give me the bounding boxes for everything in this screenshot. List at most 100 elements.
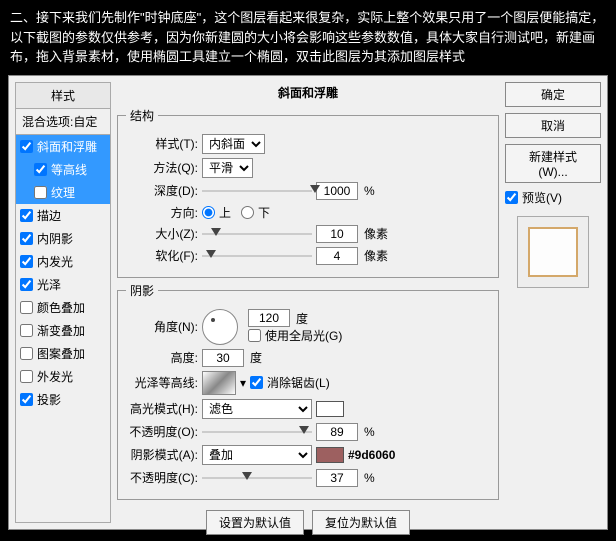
shading-legend: 阴影 <box>126 282 158 299</box>
angle-input[interactable] <box>248 309 290 327</box>
shadow-mode-select[interactable]: 叠加 <box>202 445 312 465</box>
shadow-color-swatch[interactable] <box>316 447 344 463</box>
style-item-10[interactable]: 外发光 <box>16 365 110 388</box>
style-list: 斜面和浮雕等高线纹理描边内阴影内发光光泽颜色叠加渐变叠加图案叠加外发光投影 <box>15 135 111 523</box>
style-list-panel: 样式 混合选项:自定 斜面和浮雕等高线纹理描边内阴影内发光光泽颜色叠加渐变叠加图… <box>15 82 111 523</box>
depth-input[interactable] <box>316 182 358 200</box>
style-item-checkbox[interactable] <box>20 232 33 245</box>
preview-check[interactable]: 预览(V) <box>505 189 601 206</box>
structure-group: 结构 样式(T): 内斜面 方法(Q): 平滑 深度(D): % 方向: 上 下 <box>117 107 499 278</box>
style-item-checkbox[interactable] <box>20 370 33 383</box>
structure-legend: 结构 <box>126 107 158 124</box>
style-item-checkbox[interactable] <box>34 163 47 176</box>
style-item-label: 内阴影 <box>37 230 73 247</box>
reset-default-button[interactable]: 复位为默认值 <box>312 510 410 535</box>
px-unit-2: 像素 <box>364 247 388 264</box>
deg-unit-2: 度 <box>250 349 262 366</box>
style-item-checkbox[interactable] <box>20 140 33 153</box>
px-unit: 像素 <box>364 225 388 242</box>
method-select[interactable]: 平滑 <box>202 158 253 178</box>
style-item-label: 内发光 <box>37 253 73 270</box>
ok-button[interactable]: 确定 <box>505 82 601 107</box>
style-select[interactable]: 内斜面 <box>202 134 265 154</box>
depth-label: 深度(D): <box>126 182 198 199</box>
style-item-checkbox[interactable] <box>20 255 33 268</box>
shading-group: 阴影 角度(N): 度 使用全局光(G) 高度: 度 光泽等高线: <box>117 282 499 500</box>
gloss-contour-picker[interactable] <box>202 371 236 395</box>
style-item-checkbox[interactable] <box>34 186 47 199</box>
dir-up-radio[interactable]: 上 <box>202 204 231 221</box>
size-slider[interactable] <box>202 226 312 242</box>
right-panel: 确定 取消 新建样式(W)... 预览(V) <box>505 82 601 523</box>
antialias-check[interactable]: 消除锯齿(L) <box>250 374 330 391</box>
style-item-label: 渐变叠加 <box>37 322 85 339</box>
preview-thumb <box>528 227 578 277</box>
style-item-4[interactable]: 内阴影 <box>16 227 110 250</box>
blend-options-row[interactable]: 混合选项:自定 <box>15 109 111 135</box>
style-item-label: 描边 <box>37 207 61 224</box>
gloss-label: 光泽等高线: <box>126 374 198 391</box>
shadow-opacity-label: 不透明度(C): <box>126 469 198 486</box>
depth-slider[interactable] <box>202 183 312 199</box>
style-item-checkbox[interactable] <box>20 393 33 406</box>
style-item-1[interactable]: 等高线 <box>16 158 110 181</box>
highlight-color-swatch[interactable] <box>316 401 344 417</box>
preview-box <box>517 216 589 288</box>
angle-label: 角度(N): <box>126 318 198 335</box>
highlight-opacity-label: 不透明度(O): <box>126 423 198 440</box>
new-style-button[interactable]: 新建样式(W)... <box>505 144 601 183</box>
shadow-opacity-input[interactable] <box>316 469 358 487</box>
pct-unit: % <box>364 184 375 198</box>
style-item-label: 图案叠加 <box>37 345 85 362</box>
style-item-checkbox[interactable] <box>20 347 33 360</box>
style-item-3[interactable]: 描边 <box>16 204 110 227</box>
method-label: 方法(Q): <box>126 159 198 176</box>
deg-unit: 度 <box>296 310 308 327</box>
style-item-checkbox[interactable] <box>20 209 33 222</box>
styles-header: 样式 <box>15 82 111 109</box>
style-item-label: 斜面和浮雕 <box>37 138 97 155</box>
chevron-down-icon[interactable]: ▾ <box>240 376 246 390</box>
size-input[interactable] <box>316 225 358 243</box>
altitude-input[interactable] <box>202 349 244 367</box>
style-item-8[interactable]: 渐变叠加 <box>16 319 110 342</box>
highlight-mode-select[interactable]: 滤色 <box>202 399 312 419</box>
make-default-button[interactable]: 设置为默认值 <box>206 510 304 535</box>
size-label: 大小(Z): <box>126 225 198 242</box>
style-item-9[interactable]: 图案叠加 <box>16 342 110 365</box>
style-item-label: 外发光 <box>37 368 73 385</box>
style-item-2[interactable]: 纹理 <box>16 181 110 204</box>
intro-text: 二、接下来我们先制作"时钟底座"，这个图层看起来很复杂，实际上整个效果只用了一个… <box>0 0 616 75</box>
style-item-label: 光泽 <box>37 276 61 293</box>
panel-title: 斜面和浮雕 <box>117 82 499 103</box>
highlight-mode-label: 高光模式(H): <box>126 400 198 417</box>
style-item-5[interactable]: 内发光 <box>16 250 110 273</box>
settings-panel: 斜面和浮雕 结构 样式(T): 内斜面 方法(Q): 平滑 深度(D): % 方… <box>117 82 499 523</box>
style-item-6[interactable]: 光泽 <box>16 273 110 296</box>
dir-down-radio[interactable]: 下 <box>241 204 270 221</box>
altitude-label: 高度: <box>126 349 198 366</box>
shadow-hex-text: #9d6060 <box>348 448 395 462</box>
cancel-button[interactable]: 取消 <box>505 113 601 138</box>
style-item-11[interactable]: 投影 <box>16 388 110 411</box>
shadow-opacity-slider[interactable] <box>202 470 312 486</box>
style-label: 样式(T): <box>126 135 198 152</box>
style-item-0[interactable]: 斜面和浮雕 <box>16 135 110 158</box>
style-item-checkbox[interactable] <box>20 324 33 337</box>
style-item-label: 纹理 <box>51 184 75 201</box>
soften-input[interactable] <box>316 247 358 265</box>
style-item-7[interactable]: 颜色叠加 <box>16 296 110 319</box>
soften-slider[interactable] <box>202 248 312 264</box>
highlight-opacity-input[interactable] <box>316 423 358 441</box>
soften-label: 软化(F): <box>126 247 198 264</box>
layer-style-dialog: 样式 混合选项:自定 斜面和浮雕等高线纹理描边内阴影内发光光泽颜色叠加渐变叠加图… <box>8 75 608 530</box>
style-item-label: 等高线 <box>51 161 87 178</box>
direction-label: 方向: <box>126 204 198 221</box>
global-light-check[interactable]: 使用全局光(G) <box>248 327 342 344</box>
angle-wheel[interactable] <box>202 309 238 345</box>
style-item-label: 投影 <box>37 391 61 408</box>
style-item-label: 颜色叠加 <box>37 299 85 316</box>
style-item-checkbox[interactable] <box>20 301 33 314</box>
highlight-opacity-slider[interactable] <box>202 424 312 440</box>
style-item-checkbox[interactable] <box>20 278 33 291</box>
